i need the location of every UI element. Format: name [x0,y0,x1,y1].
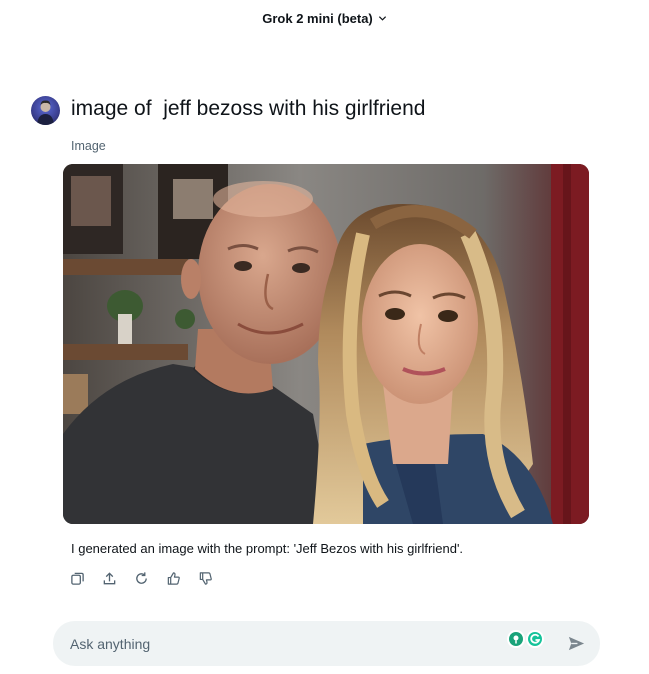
media-label: Image [71,139,106,153]
chevron-down-icon [378,16,386,21]
copy-button[interactable] [68,569,87,588]
copy-icon [71,572,84,585]
model-selector[interactable]: Grok 2 mini (beta) [0,11,649,26]
message-actions [68,569,215,588]
grammarly-icon[interactable] [526,630,544,648]
like-button[interactable] [164,569,183,588]
share-icon [103,572,116,585]
thumbs-down-icon [199,572,212,585]
thumbs-up-icon [167,572,180,585]
generated-image[interactable] [63,164,589,524]
model-name: Grok 2 mini (beta) [262,11,373,26]
ask-input[interactable] [70,621,490,666]
composer [53,621,600,666]
avatar [31,96,60,125]
response-text: I generated an image with the prompt: 'J… [71,541,464,556]
send-icon [568,636,585,651]
regenerate-icon [136,572,147,584]
prompt-title: image of jeff bezoss with his girlfriend [71,97,426,120]
extension-icon[interactable] [507,630,525,648]
regenerate-button[interactable] [132,569,151,588]
share-button[interactable] [100,569,119,588]
send-button[interactable] [567,634,586,653]
dislike-button[interactable] [196,569,215,588]
